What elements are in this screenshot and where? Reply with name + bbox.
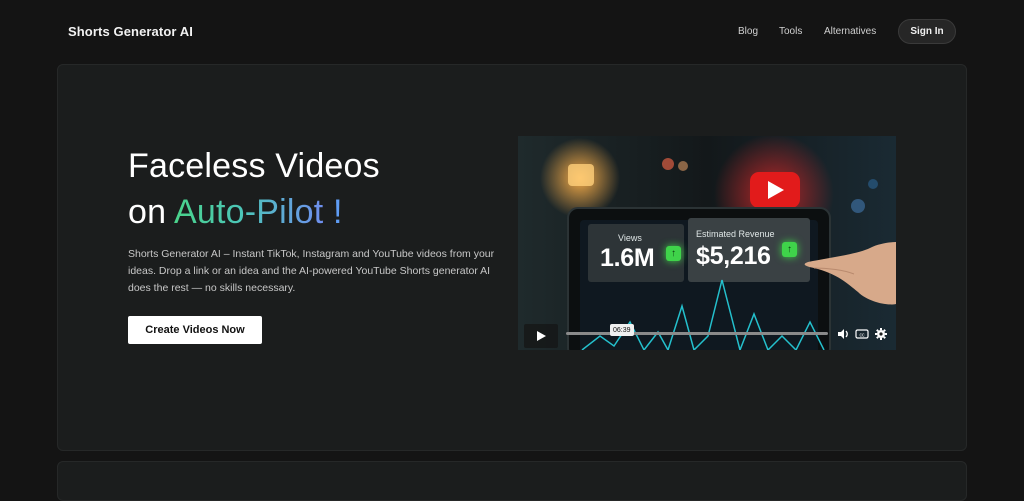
gear-icon[interactable] — [874, 327, 888, 341]
headline-line-1: Faceless Videos — [128, 147, 380, 185]
top-nav: Shorts Generator AI Blog Tools Alternati… — [0, 0, 1024, 64]
video-player[interactable]: Views 1.6M ↑ Estimated Revenue $5,216 ↑ … — [518, 136, 896, 350]
svg-text:cc: cc — [860, 333, 866, 339]
nav-link-blog[interactable]: Blog — [738, 26, 758, 37]
volume-icon[interactable] — [836, 327, 850, 341]
hero-description: Shorts Generator AI – Instant TikTok, In… — [128, 248, 495, 294]
timecode-tooltip: 06:39 — [610, 324, 634, 336]
headline-prefix: on — [128, 193, 174, 231]
play-button[interactable] — [524, 324, 558, 348]
captions-icon[interactable]: cc — [855, 327, 869, 341]
nav-link-alternatives[interactable]: Alternatives — [824, 26, 876, 37]
headline-line-2: on Auto-Pilot ! — [128, 189, 380, 235]
revenue-label: Estimated Revenue — [696, 229, 775, 239]
brand-logo-text[interactable]: Shorts Generator AI — [68, 24, 193, 39]
nav-link-tools[interactable]: Tools — [779, 26, 802, 37]
video-controls: 06:39 cc — [518, 322, 896, 350]
play-icon — [537, 331, 546, 341]
views-value: 1.6M — [600, 244, 655, 272]
headline-highlight: Auto-Pilot — [174, 193, 324, 231]
progress-bar[interactable]: 06:39 — [566, 324, 828, 336]
create-videos-button[interactable]: Create Videos Now — [128, 316, 262, 344]
revenue-up-icon: ↑ — [782, 242, 797, 257]
views-label: Views — [618, 233, 642, 243]
revenue-value: $5,216 — [696, 242, 771, 270]
headline-suffix: ! — [323, 193, 343, 231]
next-section-card — [57, 461, 967, 501]
sign-in-button[interactable]: Sign In — [898, 19, 956, 44]
hero-headline: Faceless Videos on Auto-Pilot ! — [128, 143, 380, 235]
views-up-icon: ↑ — [666, 246, 681, 261]
